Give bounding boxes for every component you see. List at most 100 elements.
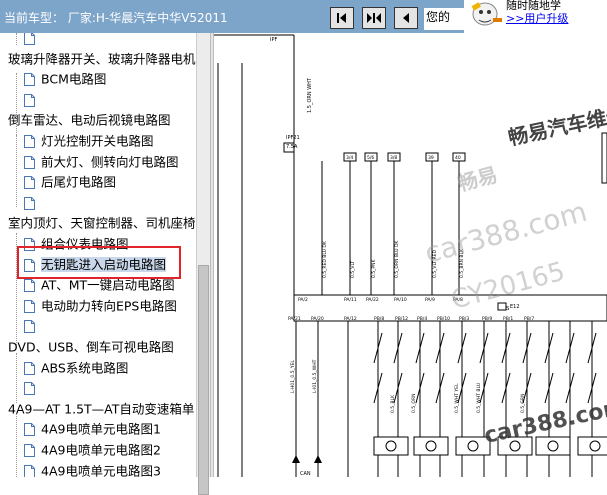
tree-document-item[interactable]: 后尾灯电路图 xyxy=(24,173,116,191)
promo-panel: 随时随地学 >>用户升级 xyxy=(464,0,607,33)
previous-button[interactable] xyxy=(330,7,354,29)
watermark: car388.com xyxy=(421,195,590,270)
pin-label: PA/22 xyxy=(366,297,379,303)
terminal-label: 40 xyxy=(455,155,461,161)
tree-item-label: 倒车雷达、电动后视镜电路图 xyxy=(8,112,171,128)
wiring-diagram[interactable]: IPF 1.5_ORN WHT IPF21 7.5A 3/4 5/6 3/8 39 40 0.5_… xyxy=(214,33,607,477)
tree-connector xyxy=(16,135,18,207)
fuse-label: IPF21 xyxy=(286,135,300,141)
document-icon xyxy=(24,464,35,477)
tree-folder-item[interactable]: 玻璃升降器开关、玻璃升降器电机 xyxy=(8,50,196,68)
tree-document-item[interactable]: 4A9电喷单元电路图2 xyxy=(24,441,161,459)
fit-button[interactable] xyxy=(362,7,386,29)
wire-label: 0.5_BLK xyxy=(390,394,396,413)
wire-label: 0.5_ORN xyxy=(411,394,417,413)
greeting-text: 您的 xyxy=(424,8,464,30)
antenna-symbol xyxy=(425,440,437,452)
e12-label: E12 xyxy=(510,304,520,310)
antenna-symbol xyxy=(547,440,559,452)
document-icon xyxy=(24,382,35,396)
terminal-label: 3/4 xyxy=(346,155,353,161)
document-icon xyxy=(24,135,35,148)
pin-label: PA/11 xyxy=(344,297,357,303)
tree-connector xyxy=(16,33,18,45)
sidebar-scrollbar[interactable] xyxy=(196,33,210,495)
pin-label: PA/12 xyxy=(344,316,357,322)
document-icon xyxy=(24,423,35,437)
document-icon xyxy=(24,320,35,334)
tree-document-item[interactable]: BCM电路图 xyxy=(24,70,106,88)
tree-item-label: 4A9电喷单元电路图1 xyxy=(41,421,161,437)
antenna-symbol xyxy=(589,440,601,452)
tree-connector xyxy=(16,353,18,403)
pin-label: PB/3 xyxy=(459,316,469,322)
document-icon xyxy=(24,444,35,457)
document-icon xyxy=(24,73,35,87)
tree-document-item[interactable]: 4A9电喷单元电路图3 xyxy=(24,462,161,477)
antenna-symbol xyxy=(467,440,479,452)
wire-main-label: 1.5_ORN WHT xyxy=(307,77,313,113)
tree-document-item[interactable]: 电动助力转向EPS电路图 xyxy=(24,297,177,315)
wire-label: 0.5_WHT YEL xyxy=(454,383,460,413)
wire-label: 0.5_PNK xyxy=(371,259,377,278)
tree-document-item[interactable] xyxy=(24,91,41,109)
tree-item-label: DVD、USB、倒车可视电路图 xyxy=(8,339,174,355)
terminal-label: 3/8 xyxy=(390,155,397,161)
pin-label: PB/8 xyxy=(374,316,384,322)
pin-label: PB/1 xyxy=(503,316,513,322)
right-connector xyxy=(601,132,607,184)
tree-document-item[interactable] xyxy=(24,194,41,212)
tree-folder-item[interactable]: 4A9—AT 1.5T—AT自动变速箱单 xyxy=(8,400,194,418)
tree-document-item[interactable]: 灯光控制开关电路图 xyxy=(24,132,154,150)
terminal-label: 39 xyxy=(428,155,434,161)
top-bar: 当前车型： 厂家:H-华晨汽车中华V52011 您的 随时随地学 >>用户升级 xyxy=(0,0,607,33)
tree-folder-item[interactable]: 倒车雷达、电动后视镜电路图 xyxy=(8,111,171,129)
tree-document-item[interactable] xyxy=(24,379,41,397)
wire-label: 0.5_RED BLU DK xyxy=(322,240,328,278)
tree-item-label: 4A9电喷单元电路图3 xyxy=(41,463,161,477)
back-button[interactable] xyxy=(394,7,418,29)
tree-document-item[interactable]: 4A9电喷单元电路图1 xyxy=(24,420,161,438)
document-icon xyxy=(24,361,35,375)
document-icon xyxy=(24,299,35,313)
tree-item-label: BCM电路图 xyxy=(41,71,107,87)
current-model-label: 当前车型： 厂家:H-华晨汽车中华V52011 xyxy=(4,11,228,25)
antenna-symbol xyxy=(385,440,397,452)
tree-item-label: 玻璃升降器开关、玻璃升降器电机 xyxy=(8,51,196,67)
pin-label: PB/7 xyxy=(524,316,534,322)
tree-document-item[interactable] xyxy=(24,33,41,47)
watermark: 畅易汽车维修 xyxy=(506,101,607,150)
tree-document-item[interactable] xyxy=(24,317,41,335)
wire-label: L-H01_0.5_YEL xyxy=(290,360,296,393)
tree-folder-item[interactable]: 室内顶灯、天窗控制器、司机座椅 xyxy=(8,214,196,232)
pin-label: PA/20 xyxy=(311,316,324,322)
nav-button-group xyxy=(330,7,418,29)
tree-item-label: 后尾灯电路图 xyxy=(41,174,117,190)
tree-item-label: 4A9电喷单元电路图2 xyxy=(41,442,161,458)
tree-document-item[interactable]: ABS系统电路图 xyxy=(24,359,128,377)
pin-label: PA/2 xyxy=(298,297,308,303)
tree-item-label: ABS系统电路图 xyxy=(41,360,129,376)
tree-connector xyxy=(16,413,18,477)
pin-label: PB/10 xyxy=(437,316,450,322)
document-icon xyxy=(24,176,35,190)
wire-label: 0.5_ORN BLU DK xyxy=(394,240,400,278)
wire-label: 0.5_VLT xyxy=(350,261,356,278)
ipf-label: IPF xyxy=(270,37,277,43)
tree-item-label: 前大灯、侧转向灯电路图 xyxy=(41,154,179,170)
tree-folder-item[interactable]: DVD、USB、倒车可视电路图 xyxy=(8,338,174,356)
previous-icon xyxy=(337,13,346,23)
pin-label: PB/4 xyxy=(417,316,427,322)
upgrade-link[interactable]: >>用户升级 xyxy=(506,10,568,26)
document-icon xyxy=(24,33,35,45)
document-icon xyxy=(24,196,35,210)
tree-item-label: 电动助力转向EPS电路图 xyxy=(41,298,177,314)
pin-label: PA/21 xyxy=(288,316,301,322)
wire-label: L-I01_0.5_WHT xyxy=(312,359,318,393)
document-icon xyxy=(24,155,35,169)
can-arrow xyxy=(314,455,322,463)
tree-document-item[interactable]: 前大灯、侧转向灯电路图 xyxy=(24,153,179,171)
terminal-label: 5/6 xyxy=(367,155,374,161)
scrollbar-thumb[interactable] xyxy=(198,265,209,495)
wire-label: 0.5_GRN xyxy=(520,394,526,413)
